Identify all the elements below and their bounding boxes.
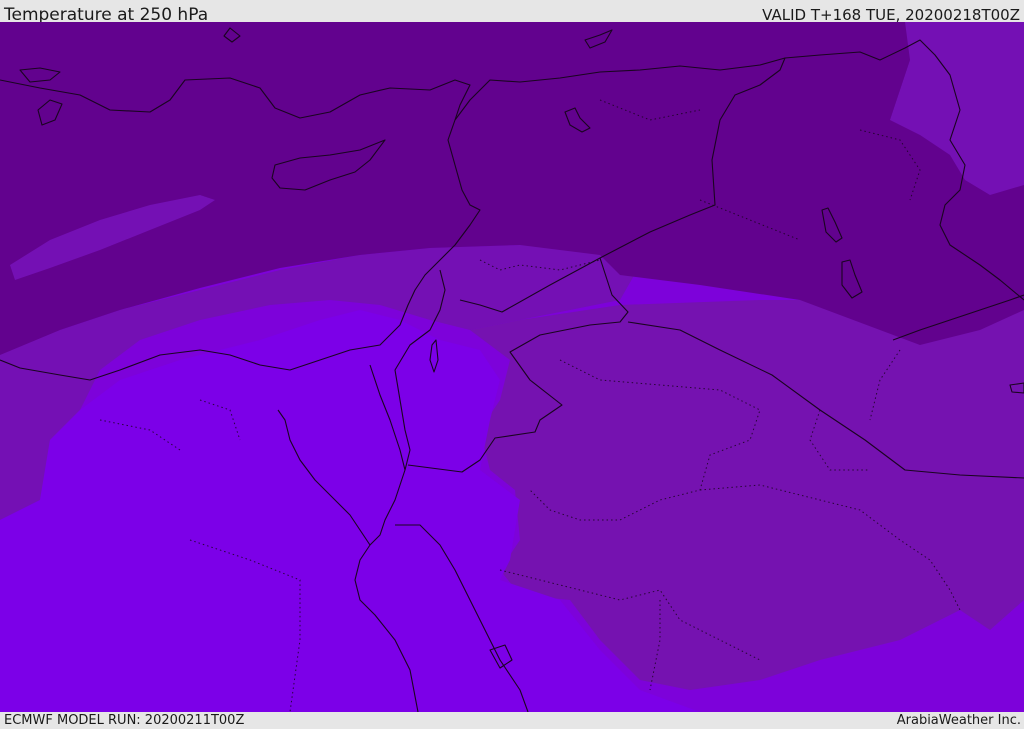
temperature-map[interactable]	[0, 22, 1024, 712]
title-bar: Temperature at 250 hPa VALID T+168 TUE, …	[0, 0, 1024, 25]
provider-label: ArabiaWeather Inc.	[896, 713, 1021, 728]
footer-bar: ECMWF MODEL RUN: 20200211T00Z ArabiaWeat…	[0, 712, 1024, 729]
model-run-label: ECMWF MODEL RUN: 20200211T00Z	[4, 713, 245, 728]
